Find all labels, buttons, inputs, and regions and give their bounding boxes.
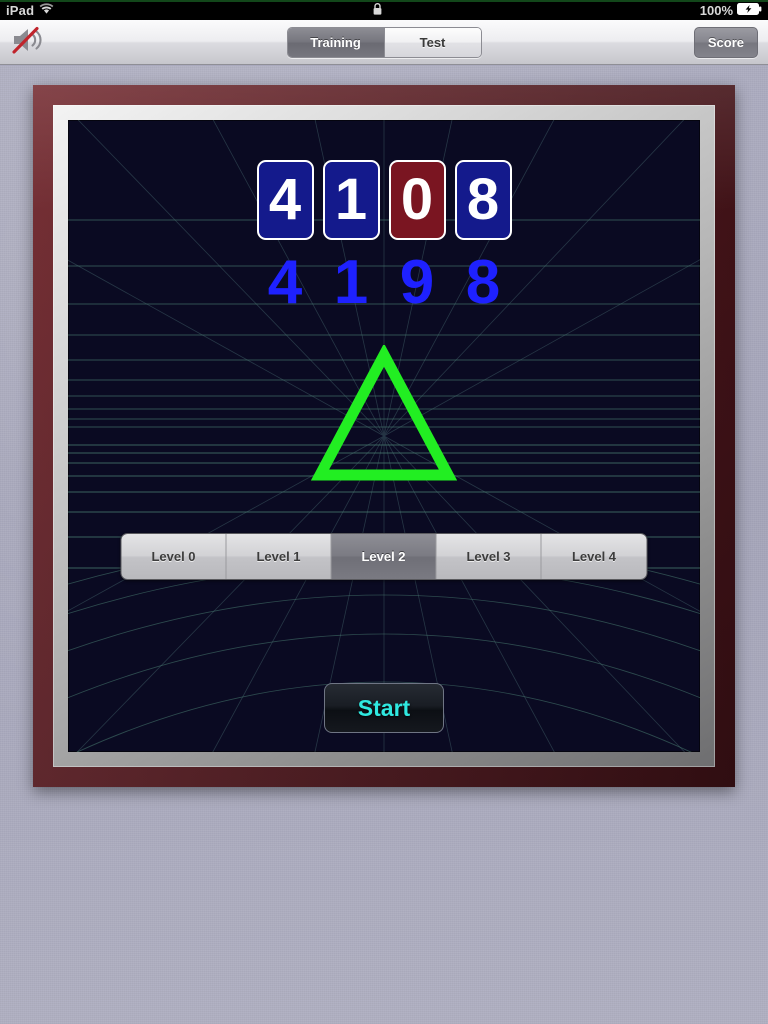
battery-percent-label: 100% [699, 2, 733, 18]
triangle-icon [310, 342, 458, 492]
level-button-3[interactable]: Level 3 [436, 534, 542, 579]
answer-digit: 1 [333, 248, 369, 317]
toolbar-right-group: Score [638, 26, 768, 58]
toolbar-left-group [0, 25, 130, 60]
wifi-icon [39, 2, 54, 18]
start-button[interactable]: Start [324, 683, 444, 733]
device-name-label: iPad [6, 2, 35, 18]
frame-mat-bevel: 4 1 0 8 4 1 9 8 Level 0 Level 1 Level 2 … [53, 105, 715, 767]
level-button-0[interactable]: Level 0 [121, 534, 227, 579]
battery-charging-icon [737, 2, 762, 18]
ios-status-bar: iPad 100% [0, 0, 768, 20]
ipad-screen: iPad 100% Training Test Score 4 1 0 8 4 … [0, 0, 768, 1024]
game-canvas: 4 1 0 8 4 1 9 8 Level 0 Level 1 Level 2 … [68, 120, 700, 752]
status-bar-center [54, 2, 699, 19]
mode-segmented-control[interactable]: Training Test [286, 26, 482, 58]
status-bar-right: 100% [699, 2, 768, 18]
digit-tile[interactable]: 0 [388, 160, 446, 240]
level-selector[interactable]: Level 0 Level 1 Level 2 Level 3 Level 4 [120, 533, 648, 580]
entered-digits-row: 4 1 0 8 [68, 160, 700, 240]
answer-digit: 8 [465, 248, 501, 317]
answer-digits-row: 4 1 9 8 [68, 252, 700, 314]
shape-display-area [68, 338, 700, 498]
digit-tile[interactable]: 4 [256, 160, 314, 240]
digit-tile[interactable]: 1 [322, 160, 380, 240]
tab-training[interactable]: Training [287, 27, 385, 57]
score-button[interactable]: Score [693, 26, 758, 58]
app-toolbar: Training Test Score [0, 20, 768, 65]
rotation-lock-icon [372, 2, 383, 19]
picture-frame: 4 1 0 8 4 1 9 8 Level 0 Level 1 Level 2 … [33, 85, 735, 787]
toolbar-center-group: Training Test [130, 26, 638, 58]
start-button-container: Start [68, 683, 700, 733]
tab-test[interactable]: Test [384, 27, 481, 57]
status-bar-left: iPad [0, 3, 54, 18]
answer-digit: 4 [267, 248, 303, 317]
level-button-4[interactable]: Level 4 [541, 534, 647, 579]
digit-tile[interactable]: 8 [454, 160, 512, 240]
speaker-mute-icon[interactable] [10, 25, 52, 60]
level-button-1[interactable]: Level 1 [226, 534, 332, 579]
top-hairline [0, 0, 768, 2]
level-button-2[interactable]: Level 2 [331, 534, 437, 579]
answer-digit: 9 [399, 248, 435, 317]
